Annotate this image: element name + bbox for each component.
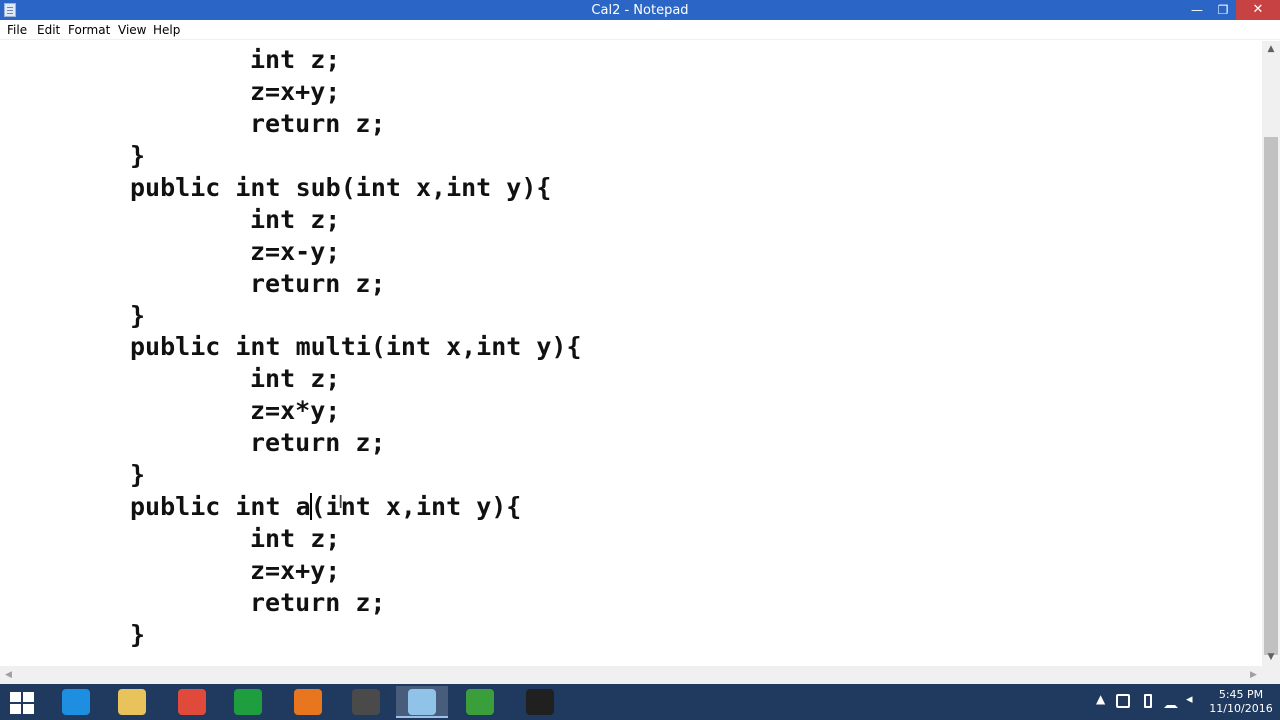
restore-button[interactable]: ❐: [1210, 0, 1236, 20]
taskbar-app[interactable]: [166, 686, 218, 718]
horizontal-scrollbar[interactable]: ◀ ▶: [0, 666, 1262, 684]
taskbar-app-notepad-active[interactable]: [396, 686, 448, 718]
taskbar: ▲ ◂ 5:45 PM 11/10/2016: [0, 684, 1280, 720]
clock-date: 11/10/2016: [1209, 702, 1273, 715]
ibeam-cursor-icon: I: [338, 492, 344, 513]
network-icon[interactable]: [1164, 694, 1178, 708]
code-text-before-caret: public int a: [130, 492, 311, 521]
taskbar-app[interactable]: [50, 686, 102, 718]
scroll-right-button[interactable]: ▶: [1245, 666, 1262, 684]
system-clock[interactable]: 5:45 PM 11/10/2016: [1206, 688, 1276, 716]
code-line: int z;: [250, 524, 341, 553]
internet-explorer-icon: [62, 689, 90, 715]
code-line: return z;: [250, 428, 386, 457]
menu-edit[interactable]: Edit: [37, 23, 60, 37]
action-center-icon[interactable]: [1116, 694, 1130, 708]
code-line: public int sub(int x,int y){: [130, 173, 552, 202]
code-line: return z;: [250, 588, 386, 617]
code-line: int z;: [250, 45, 341, 74]
show-hidden-icons-button[interactable]: ▲: [1096, 692, 1105, 706]
window-title: Cal2 - Notepad: [591, 3, 689, 18]
taskbar-app[interactable]: [222, 686, 274, 718]
windows-logo-icon: [10, 692, 21, 702]
menu-file[interactable]: File: [7, 23, 27, 37]
menu-view[interactable]: View: [118, 23, 146, 37]
scroll-up-button[interactable]: ▲: [1262, 41, 1280, 58]
code-line: int z;: [250, 364, 341, 393]
code-line: int z;: [250, 205, 341, 234]
taskbar-app[interactable]: [106, 686, 158, 718]
close-button[interactable]: ✕: [1236, 0, 1280, 20]
code-line: }: [130, 141, 146, 170]
windows-logo-icon: [10, 704, 21, 714]
windows-logo-icon: [23, 692, 34, 702]
firefox-icon: [294, 689, 322, 715]
vertical-scrollbar[interactable]: ▲ ▼: [1262, 41, 1280, 666]
code-line: return z;: [250, 269, 386, 298]
file-explorer-icon: [118, 689, 146, 715]
taskbar-app[interactable]: [454, 686, 506, 718]
media-app-icon: [526, 689, 554, 715]
code-line: }: [130, 620, 146, 649]
code-line: }: [130, 460, 146, 489]
title-bar: Cal2 - Notepad — ❐ ✕: [0, 0, 1280, 20]
menu-help[interactable]: Help: [153, 23, 180, 37]
scroll-left-button[interactable]: ◀: [0, 666, 17, 684]
code-line: }: [130, 301, 146, 330]
taskbar-app[interactable]: [282, 686, 334, 718]
store-icon: [234, 689, 262, 715]
scroll-thumb[interactable]: [1264, 137, 1278, 655]
scrollbar-corner: [1262, 666, 1280, 684]
minimize-button[interactable]: —: [1184, 0, 1210, 20]
text-editor[interactable]: int z; z=x+y; return z; } public int sub…: [0, 41, 1262, 666]
volume-icon[interactable]: ◂: [1186, 692, 1200, 708]
menu-bar: File Edit Format View Help: [0, 20, 1280, 40]
clock-time: 5:45 PM: [1218, 688, 1264, 701]
code-line: return z;: [250, 109, 386, 138]
code-line: z=x-y;: [250, 237, 341, 266]
scroll-down-button[interactable]: ▼: [1262, 649, 1280, 666]
windows-logo-icon: [23, 704, 34, 714]
battery-icon[interactable]: [1144, 694, 1152, 708]
notepad-icon: [408, 689, 436, 715]
code-line: z=x+y;: [250, 556, 341, 585]
start-button[interactable]: [6, 690, 38, 714]
taskbar-app[interactable]: [514, 686, 566, 718]
chart-app-icon: [466, 689, 494, 715]
code-line: z=x+y;: [250, 77, 341, 106]
menu-format[interactable]: Format: [68, 23, 110, 37]
code-line: z=x*y;: [250, 396, 341, 425]
code-line: public int multi(int x,int y){: [130, 332, 582, 361]
chrome-icon: [178, 689, 206, 715]
sublime-text-icon: [352, 689, 380, 715]
taskbar-app[interactable]: [340, 686, 392, 718]
code-line-with-caret: public int a(int x,int y){: [130, 491, 521, 523]
